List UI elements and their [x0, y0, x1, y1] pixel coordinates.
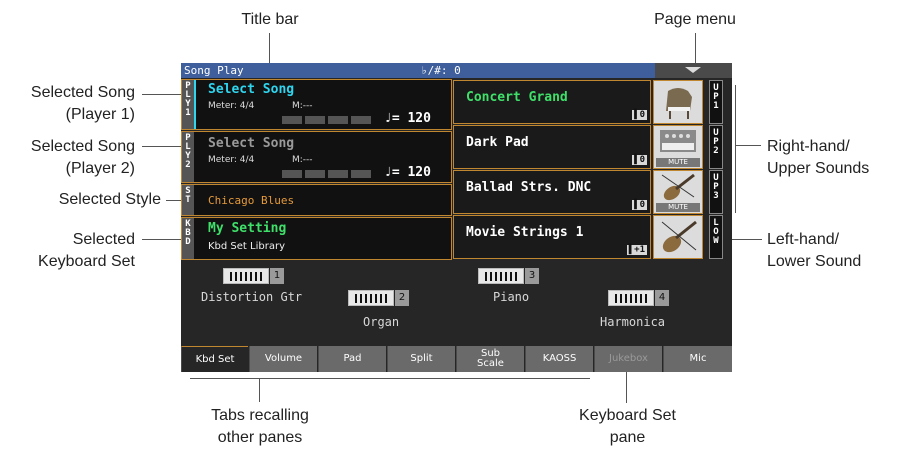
kbd-tag: KBD [182, 218, 194, 259]
mute-badge: MUTE [656, 203, 700, 212]
tab-jukebox: Jukebox [594, 346, 662, 372]
style-panel[interactable]: ST Chicago Blues [181, 184, 452, 216]
transpose-readout: ♭/#: 0 [421, 64, 461, 77]
callout-upper-line1: Right-hand/ [767, 138, 850, 155]
page-title: Song Play [184, 64, 244, 77]
callout-lower-line1: Left-hand/ [767, 231, 840, 248]
tab-pad[interactable]: Pad [318, 346, 386, 372]
song-play-screen: Song Play ♭/#: 0 PLY1 Select Song Meter:… [181, 63, 732, 372]
sound-upper1[interactable]: Concert Grand ▌0 [453, 80, 651, 124]
callout-pane-line1: Keyboard Set [579, 407, 676, 424]
callout-tabs-line2: other panes [217, 429, 303, 446]
player2-tempo: ♩= 120 [384, 165, 431, 180]
violin-icon[interactable]: MUTE [653, 170, 703, 214]
style-name: Chicago Blues [208, 194, 295, 207]
keyboard-set-panel[interactable]: KBD My Setting Kbd Set Library [181, 217, 452, 260]
keyboard-icon [608, 290, 654, 306]
player2-meter: Meter: 4/4 [208, 155, 255, 165]
sound-name: Dark Pad [466, 135, 529, 150]
sound-name: Concert Grand [466, 90, 568, 105]
callout-style: Selected Style [58, 191, 161, 208]
player1-tempo: ♩= 120 [384, 111, 431, 126]
kbd-set-library: Kbd Set Library [208, 241, 285, 252]
player1-song-name: Select Song [208, 82, 295, 97]
kbd-slot-3-name: Piano [493, 290, 530, 304]
sound-upper2[interactable]: Dark Pad ▌0 [453, 125, 651, 169]
sound-upper3[interactable]: Ballad Strs. DNC ▌0 [453, 170, 651, 214]
tag-up1: UP1 [709, 80, 723, 124]
mute-badge: MUTE [656, 158, 700, 167]
tag-up2: UP2 [709, 125, 723, 169]
synth-pad-icon[interactable]: MUTE [653, 125, 703, 169]
player1-meter: Meter: 4/4 [208, 101, 255, 111]
callout-lower-line2: Lower Sound [767, 253, 862, 270]
callout-pane-line2: pane [609, 429, 646, 446]
tag-up3: UP3 [709, 170, 723, 214]
style-tag: ST [182, 185, 194, 215]
kbd-slot-number: 4 [655, 290, 669, 306]
callout-kbd-line1: Selected [72, 231, 135, 248]
kbd-slot-2-name: Organ [363, 315, 400, 329]
tab-sub-scale[interactable]: Sub Scale [456, 346, 524, 372]
tab-split[interactable]: Split [387, 346, 455, 372]
callout-upper-line2: Upper Sounds [767, 160, 870, 177]
kbd-slot-number: 1 [270, 268, 284, 284]
callout-kbd-line2: Keyboard Set [38, 253, 135, 270]
octave-indicator: ▌0 [632, 200, 647, 210]
callout-song-p2-line2: (Player 2) [65, 160, 135, 177]
keyboard-icon [223, 268, 269, 284]
violin-icon[interactable] [653, 215, 703, 259]
player2-measure: M:--- [292, 155, 313, 165]
tag-low: LOW [709, 215, 723, 259]
sound-lower[interactable]: Movie Strings 1 ▌+1 [453, 215, 651, 259]
kbd-slot-number: 3 [525, 268, 539, 284]
kbd-slot-4-name: Harmonica [600, 315, 666, 329]
tab-mic[interactable]: Mic [663, 346, 732, 372]
tab-volume[interactable]: Volume [249, 346, 317, 372]
octave-indicator: ▌+1 [626, 245, 647, 255]
piano-icon[interactable] [653, 80, 703, 124]
kbd-slot-1-name: Distortion Gtr [201, 290, 303, 304]
callout-song-p1-line1: Selected Song [30, 84, 135, 101]
player2-tag: PLY2 [182, 132, 194, 182]
callout-song-p1-line2: (Player 1) [65, 106, 135, 123]
callout-title-bar: Title bar [241, 11, 299, 28]
player1-measure: M:--- [292, 101, 313, 111]
callout-page-menu: Page menu [654, 11, 736, 28]
keyboard-icon [478, 268, 524, 284]
callout-song-p2-line1: Selected Song [30, 138, 135, 155]
chevron-down-icon [685, 67, 701, 73]
title-bar: Song Play ♭/#: 0 [181, 63, 732, 78]
sound-name: Ballad Strs. DNC [466, 180, 592, 195]
tab-kbd-set[interactable]: Kbd Set [181, 346, 248, 372]
kbd-slot-number: 2 [395, 290, 409, 306]
callout-tabs-line1: Tabs recalling [211, 407, 309, 424]
page-menu-button[interactable] [655, 63, 732, 78]
octave-indicator: ▌0 [632, 110, 647, 120]
kbd-set-name: My Setting [208, 221, 287, 236]
keyboard-icon [348, 290, 394, 306]
player2-song-name: Select Song [208, 136, 295, 151]
sound-name: Movie Strings 1 [466, 225, 584, 240]
player2-song-panel[interactable]: PLY2 Select Song Meter: 4/4 M:--- ♩= 120 [181, 131, 452, 183]
tab-kaoss[interactable]: KAOSS [525, 346, 593, 372]
octave-indicator: ▌0 [632, 155, 647, 165]
player1-song-panel[interactable]: PLY1 Select Song Meter: 4/4 M:--- ♩= 120 [181, 79, 452, 130]
player1-tag: PLY1 [182, 80, 194, 129]
